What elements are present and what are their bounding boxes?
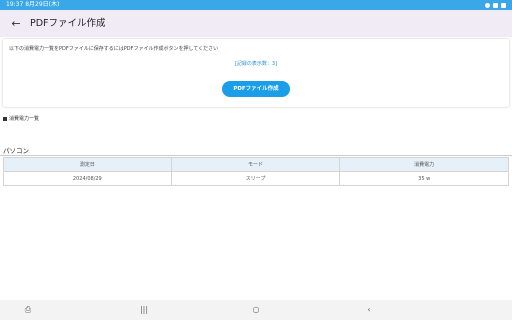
home-icon[interactable]: ○ — [248, 303, 264, 317]
alarm-icon — [485, 2, 490, 8]
header-power: 消費電力 — [339, 157, 509, 172]
app-bar: ← PDFファイル作成 — [0, 10, 512, 37]
header-date: 測定日 — [3, 157, 172, 172]
status-time-date: 19:37 8月29日(木) — [6, 1, 60, 8]
create-pdf-button[interactable]: PDFファイル作成 — [222, 81, 290, 97]
back-arrow-icon[interactable]: ← — [9, 17, 23, 31]
table-row: 2024/08/29 スリープ 35 w — [3, 171, 509, 186]
record-count: [記録の表示数：3] — [234, 61, 278, 67]
header-mode: モード — [170, 157, 341, 172]
recent-apps-icon[interactable]: ||| — [136, 303, 152, 317]
page-title: PDFファイル作成 — [30, 18, 106, 29]
section-title: 消費電力一覧 — [3, 115, 39, 122]
divider — [0, 155, 512, 156]
cell-mode: スリープ — [170, 171, 341, 186]
device-name: パソコン — [3, 147, 29, 155]
wifi-icon — [493, 2, 498, 8]
square-bullet-icon — [3, 116, 7, 121]
info-card: 以下の消費電力一覧をPDFファイルに保存するにはPDFファイル作成ボタンを押して… — [3, 39, 509, 107]
nav-back-icon[interactable]: ‹ — [361, 303, 377, 317]
instruction-text: 以下の消費電力一覧をPDFファイルに保存するにはPDFファイル作成ボタンを押して… — [9, 46, 219, 52]
cell-date: 2024/08/29 — [3, 171, 172, 186]
system-nav-bar: ⎙ ||| ○ ‹ — [0, 300, 512, 320]
cell-power: 35 w — [339, 171, 509, 186]
status-icons — [485, 0, 506, 10]
table-header-row: 測定日 モード 消費電力 — [3, 157, 509, 172]
status-bar: 19:37 8月29日(木) — [0, 0, 512, 10]
section-title-text: 消費電力一覧 — [9, 116, 40, 122]
battery-icon — [501, 2, 506, 8]
power-table: 測定日 モード 消費電力 2024/08/29 スリープ 35 w — [3, 157, 509, 186]
screenshot-icon[interactable]: ⎙ — [20, 303, 36, 317]
